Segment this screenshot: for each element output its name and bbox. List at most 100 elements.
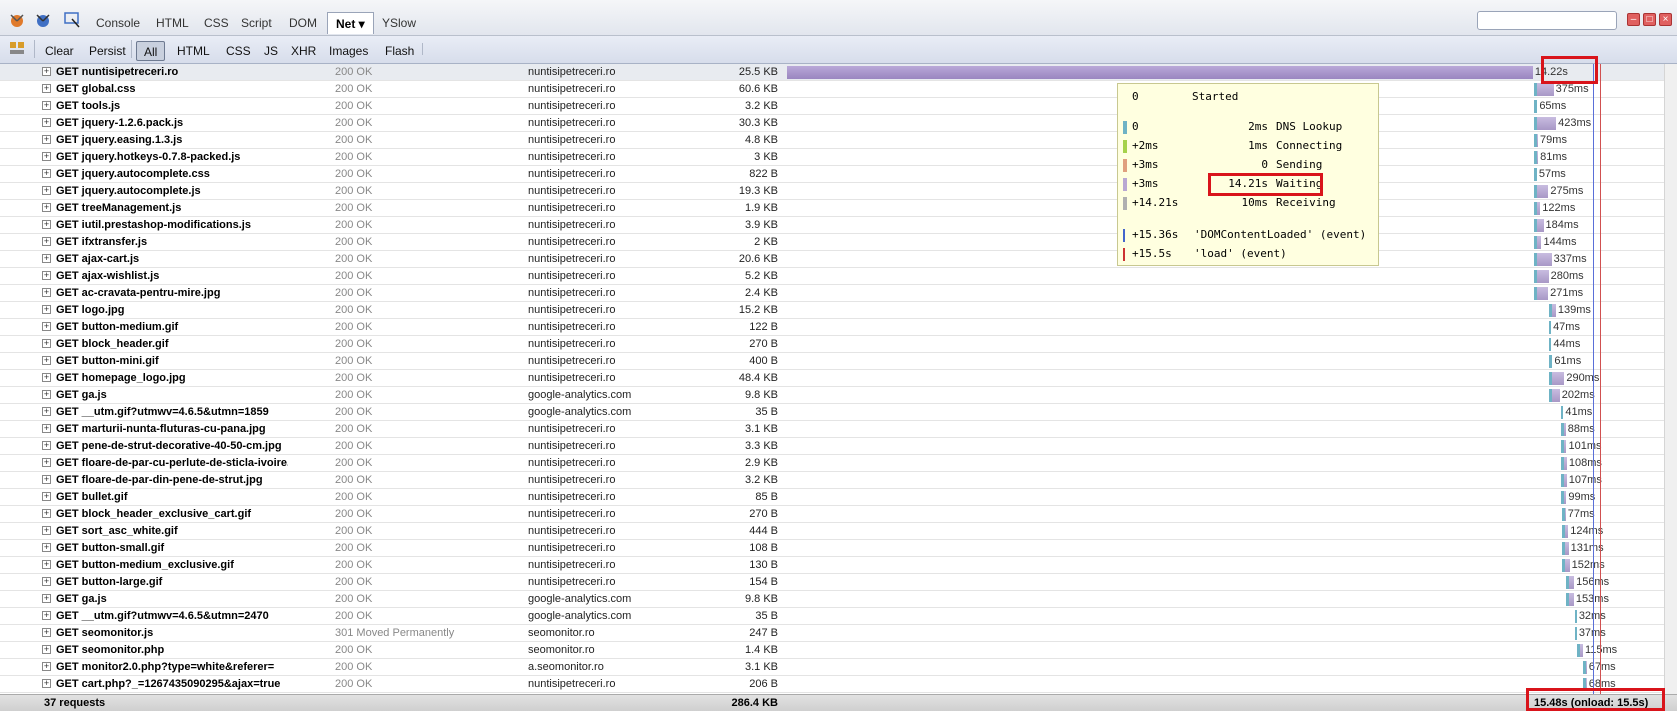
- expand-icon[interactable]: +: [42, 373, 51, 382]
- table-row[interactable]: + GET ga.js 200 OK google-analytics.com 9.8 …: [0, 387, 1664, 404]
- table-row[interactable]: + GET nuntisipetreceri.ro 200 OK nuntisipet…: [0, 64, 1664, 81]
- expand-icon[interactable]: +: [42, 560, 51, 569]
- expand-icon[interactable]: +: [42, 152, 51, 161]
- expand-icon[interactable]: +: [42, 424, 51, 433]
- expand-icon[interactable]: +: [42, 237, 51, 246]
- tab-dom[interactable]: DOM: [285, 12, 321, 34]
- expand-icon[interactable]: +: [42, 186, 51, 195]
- expand-icon[interactable]: +: [42, 135, 51, 144]
- expand-icon[interactable]: +: [42, 577, 51, 586]
- tab-script[interactable]: Script: [237, 12, 276, 34]
- table-row[interactable]: + GET button-medium.gif 200 OK nuntisipetre…: [0, 319, 1664, 336]
- expand-icon[interactable]: +: [42, 458, 51, 467]
- expand-icon[interactable]: +: [42, 101, 51, 110]
- table-row[interactable]: + GET floare-de-par-cu-perlute-de-sticla-…: [0, 455, 1664, 472]
- expand-icon[interactable]: +: [42, 203, 51, 212]
- table-row[interactable]: + GET treeManagement.js 200 OK nuntisipetre…: [0, 200, 1664, 217]
- table-row[interactable]: + GET jquery.hotkeys-0.7.8-packed.js 200 O…: [0, 149, 1664, 166]
- table-row[interactable]: + GET ga.js 200 OK google-analytics.com 9.8 …: [0, 591, 1664, 608]
- table-row[interactable]: + GET button-mini.gif 200 OK nuntisipetrece…: [0, 353, 1664, 370]
- filter-images-button[interactable]: Images: [325, 41, 372, 61]
- expand-icon[interactable]: +: [42, 339, 51, 348]
- inspect-icon[interactable]: [62, 9, 84, 31]
- restore-icon[interactable]: □: [1643, 13, 1656, 26]
- expand-icon[interactable]: +: [42, 305, 51, 314]
- expand-icon[interactable]: +: [42, 594, 51, 603]
- persist-button[interactable]: Persist: [85, 41, 130, 61]
- vertical-scrollbar[interactable]: [1664, 64, 1677, 694]
- table-row[interactable]: + GET button-medium_exclusive.gif 200 OK nu…: [0, 557, 1664, 574]
- table-row[interactable]: + GET ajax-wishlist.js 200 OK nuntisipetrec…: [0, 268, 1664, 285]
- expand-icon[interactable]: +: [42, 84, 51, 93]
- expand-icon[interactable]: +: [42, 118, 51, 127]
- expand-icon[interactable]: +: [42, 169, 51, 178]
- table-row[interactable]: + GET cart.php?_=1267435090295&ajax=true 2…: [0, 676, 1664, 693]
- expand-icon[interactable]: +: [42, 492, 51, 501]
- close-icon[interactable]: ×: [1659, 13, 1672, 26]
- table-row[interactable]: + GET block_header.gif 200 OK nuntisipetrec…: [0, 336, 1664, 353]
- net-panel-icon[interactable]: [8, 40, 26, 58]
- expand-icon[interactable]: +: [42, 475, 51, 484]
- expand-icon[interactable]: +: [42, 543, 51, 552]
- table-row[interactable]: + GET button-large.gif 200 OK nuntisipetrec…: [0, 574, 1664, 591]
- table-row[interactable]: + GET jquery-1.2.6.pack.js 200 OK nuntisipe…: [0, 115, 1664, 132]
- table-row[interactable]: + GET logo.jpg 200 OK nuntisipetreceri.ro 15…: [0, 302, 1664, 319]
- table-row[interactable]: + GET jquery.autocomplete.js 200 OK nuntisi…: [0, 183, 1664, 200]
- tab-console[interactable]: Console: [92, 12, 144, 34]
- table-row[interactable]: + GET bullet.gif 200 OK nuntisipetreceri.ro…: [0, 489, 1664, 506]
- expand-icon[interactable]: +: [42, 628, 51, 637]
- table-row[interactable]: + GET __utm.gif?utmwv=4.6.5&utmn=2470 200 …: [0, 608, 1664, 625]
- table-row[interactable]: + GET floare-de-par-din-pene-de-strut.jpg…: [0, 472, 1664, 489]
- request-domain: nuntisipetreceri.ro: [528, 440, 616, 452]
- tab-net[interactable]: Net ▾: [327, 12, 374, 34]
- filter-all-button[interactable]: All: [136, 41, 166, 61]
- table-row[interactable]: + GET block_header_exclusive_cart.gif 200 …: [0, 506, 1664, 523]
- table-row[interactable]: + GET seomonitor.php 200 OK seomonitor.ro 1.…: [0, 642, 1664, 659]
- filter-css-button[interactable]: CSS: [222, 41, 255, 61]
- expand-icon[interactable]: +: [42, 441, 51, 450]
- table-row[interactable]: + GET ifxtransfer.js 200 OK nuntisipetrecer…: [0, 234, 1664, 251]
- table-row[interactable]: + GET marturii-nunta-fluturas-cu-pana.jpg…: [0, 421, 1664, 438]
- table-row[interactable]: + GET iutil.prestashop-modifications.js 20…: [0, 217, 1664, 234]
- table-row[interactable]: + GET tools.js 200 OK nuntisipetreceri.ro 3.…: [0, 98, 1664, 115]
- tab-html[interactable]: HTML: [152, 12, 193, 34]
- filter-html-button[interactable]: HTML: [173, 41, 214, 61]
- table-row[interactable]: + GET homepage_logo.jpg 200 OK nuntisipetre…: [0, 370, 1664, 387]
- filter-xhr-button[interactable]: XHR: [287, 41, 320, 61]
- table-row[interactable]: + GET ajax-cart.js 200 OK nuntisipetreceri.…: [0, 251, 1664, 268]
- expand-icon[interactable]: +: [42, 509, 51, 518]
- table-row[interactable]: + GET button-small.gif 200 OK nuntisipetrec…: [0, 540, 1664, 557]
- minimize-icon[interactable]: –: [1627, 13, 1640, 26]
- expand-icon[interactable]: +: [42, 662, 51, 671]
- expand-icon[interactable]: +: [42, 407, 51, 416]
- tab-css[interactable]: CSS: [200, 12, 233, 34]
- table-row[interactable]: + GET jquery.autocomplete.css 200 OK nuntis…: [0, 166, 1664, 183]
- expand-icon[interactable]: +: [42, 611, 51, 620]
- expand-icon[interactable]: +: [42, 288, 51, 297]
- inspect-bug-icon[interactable]: [32, 9, 54, 31]
- table-row[interactable]: + GET ac-cravata-pentru-mire.jpg 200 OK nun…: [0, 285, 1664, 302]
- tab-yslow[interactable]: YSlow: [378, 12, 420, 34]
- firebug-icon[interactable]: [6, 9, 28, 31]
- table-row[interactable]: + GET pene-de-strut-decorative-40-50-cm.j…: [0, 438, 1664, 455]
- expand-icon[interactable]: +: [42, 645, 51, 654]
- expand-icon[interactable]: +: [42, 254, 51, 263]
- expand-icon[interactable]: +: [42, 679, 51, 688]
- clear-button[interactable]: Clear: [41, 41, 78, 61]
- table-row[interactable]: + GET jquery.easing.1.3.js 200 OK nuntisipe…: [0, 132, 1664, 149]
- search-input[interactable]: [1477, 11, 1617, 30]
- table-row[interactable]: + GET __utm.gif?utmwv=4.6.5&utmn=1859 200 …: [0, 404, 1664, 421]
- expand-icon[interactable]: +: [42, 67, 51, 76]
- expand-icon[interactable]: +: [42, 220, 51, 229]
- filter-js-button[interactable]: JS: [260, 41, 282, 61]
- expand-icon[interactable]: +: [42, 356, 51, 365]
- table-row[interactable]: + GET monitor2.0.php?type=white&referer= 2…: [0, 659, 1664, 676]
- expand-icon[interactable]: +: [42, 526, 51, 535]
- table-row[interactable]: + GET sort_asc_white.gif 200 OK nuntisipetr…: [0, 523, 1664, 540]
- table-row[interactable]: + GET seomonitor.js 301 Moved Permanently s…: [0, 625, 1664, 642]
- filter-flash-button[interactable]: Flash: [381, 41, 418, 61]
- expand-icon[interactable]: +: [42, 271, 51, 280]
- expand-icon[interactable]: +: [42, 322, 51, 331]
- table-row[interactable]: + GET global.css 200 OK nuntisipetreceri.ro…: [0, 81, 1664, 98]
- expand-icon[interactable]: +: [42, 390, 51, 399]
